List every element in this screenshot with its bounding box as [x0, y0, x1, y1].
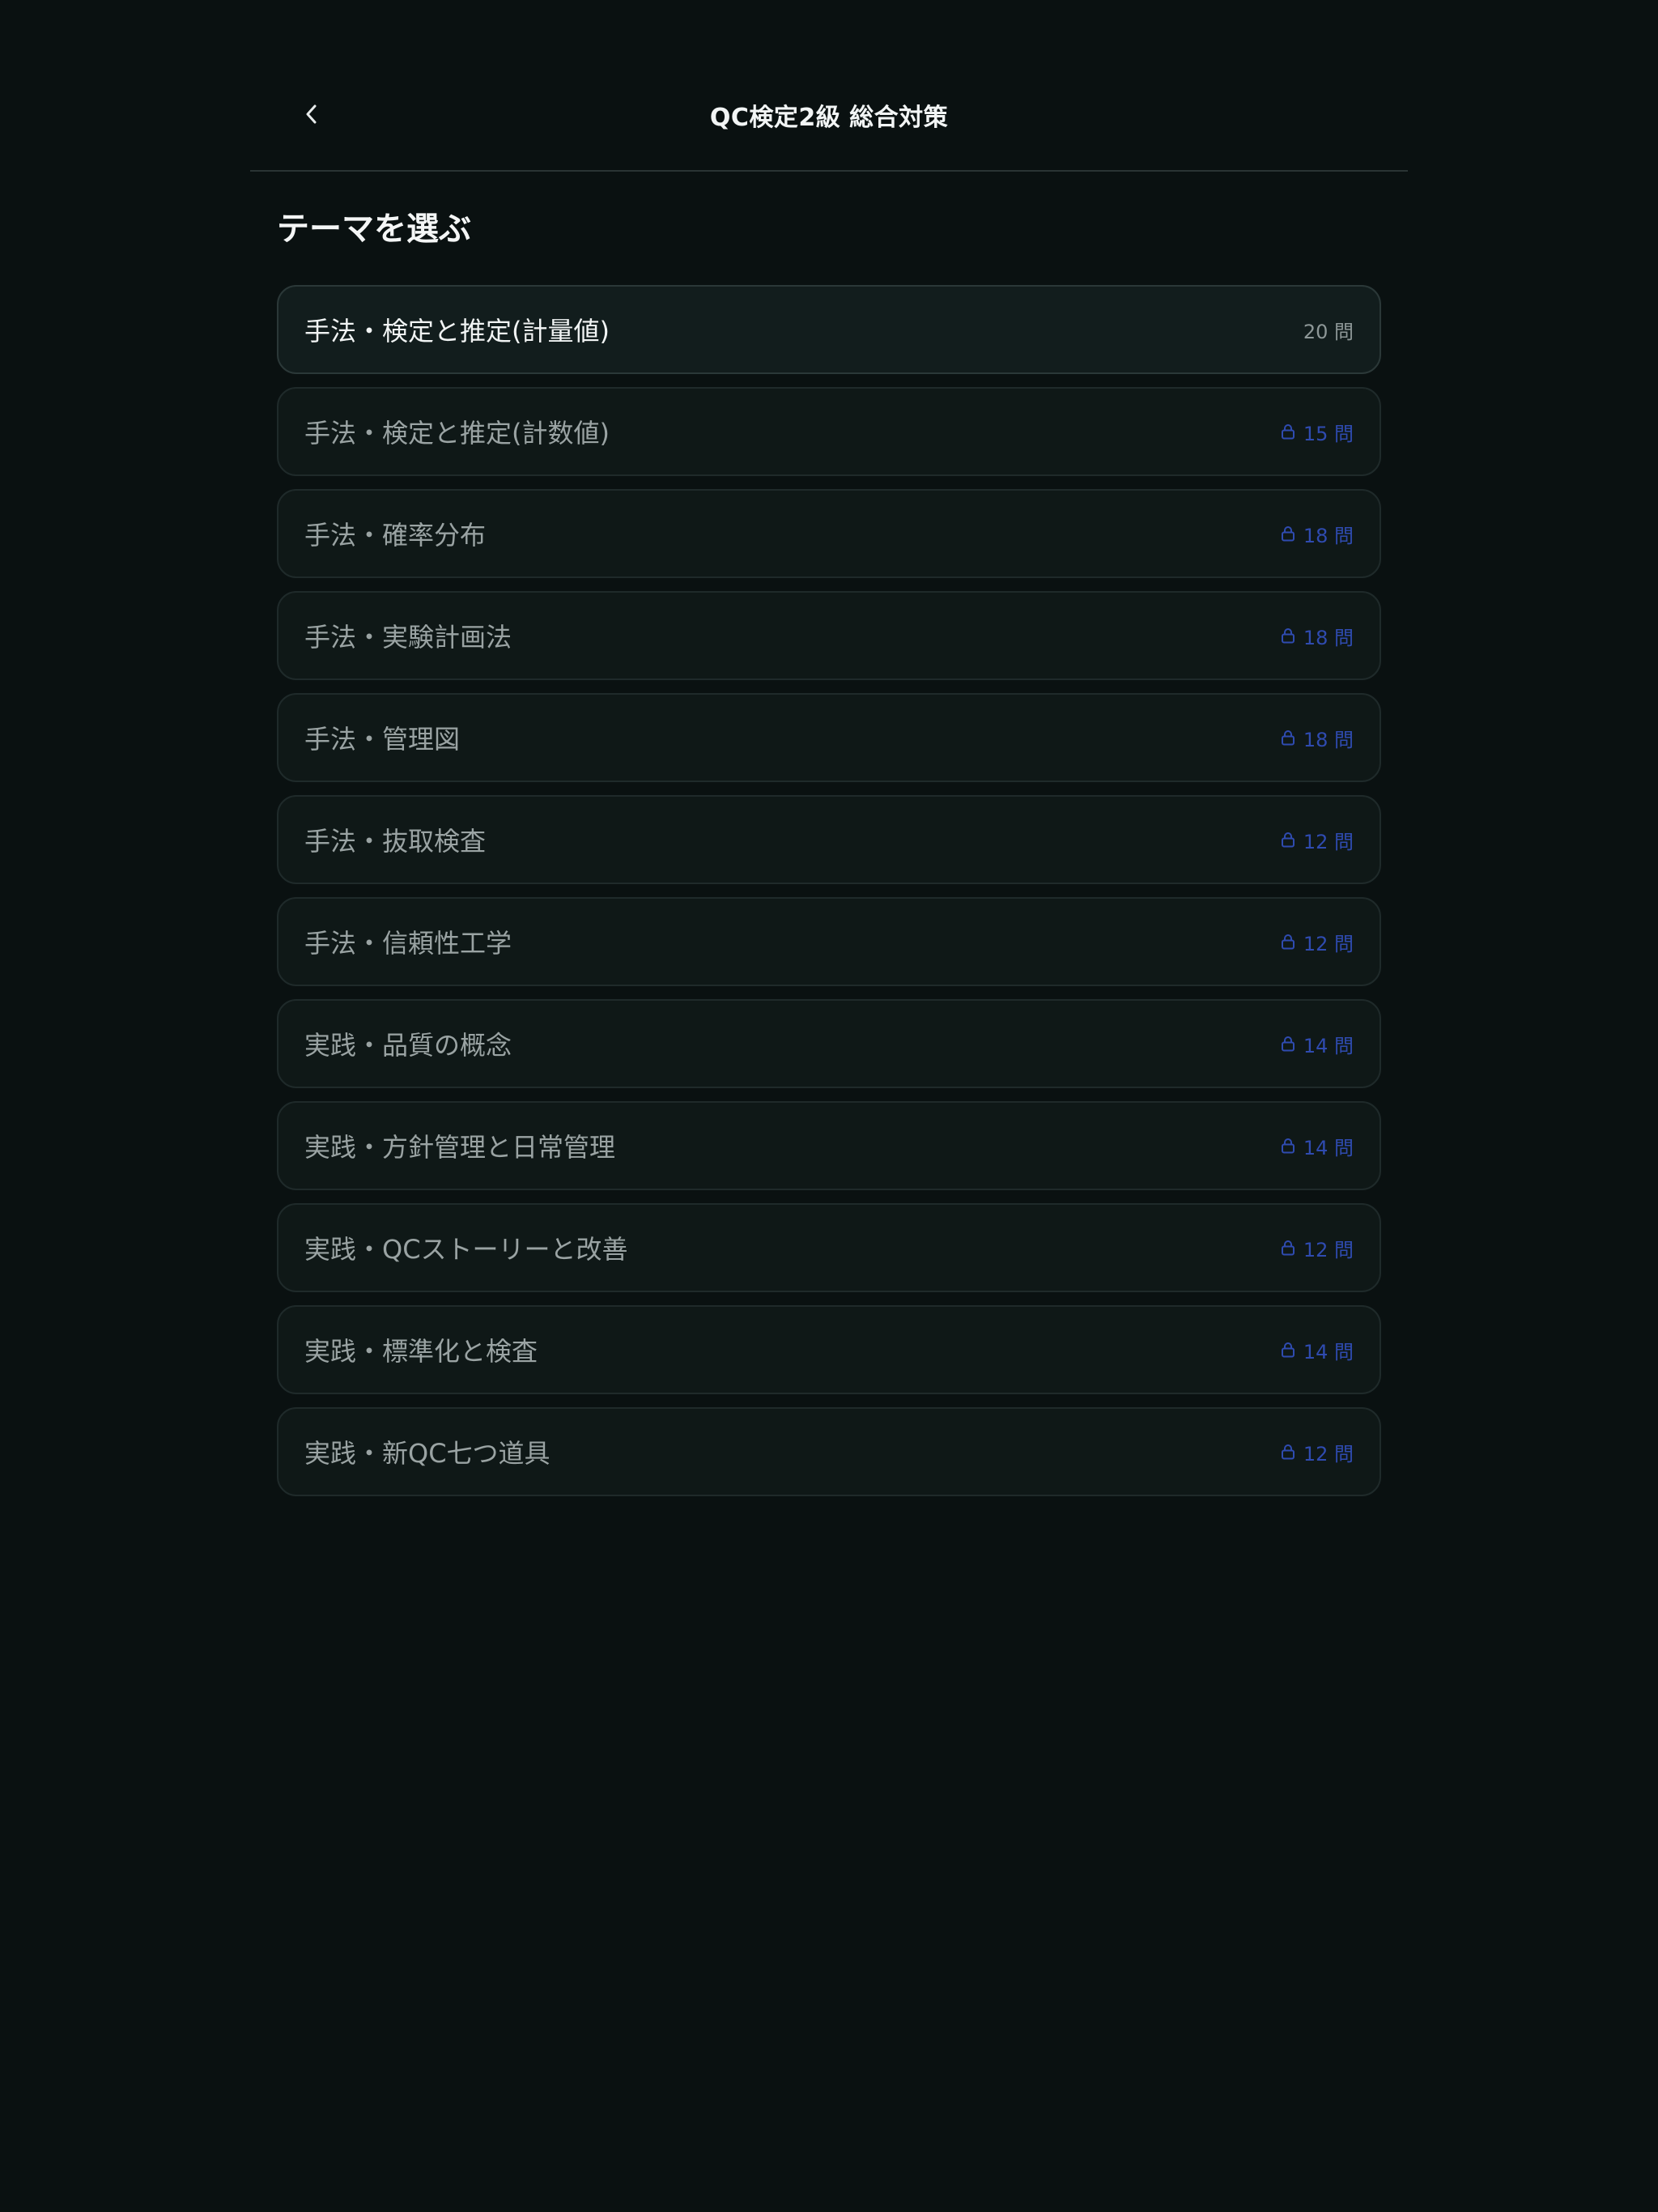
theme-list: 手法・検定と推定(計量値) 20 問 手法・検定と推定(計数値) 15 問 手法…: [277, 285, 1381, 1496]
theme-label: 手法・信頼性工学: [304, 928, 512, 959]
section-title: テーマを選ぶ: [277, 211, 471, 248]
lock-icon: [1281, 1138, 1295, 1154]
question-count: 12 問: [1303, 1442, 1354, 1465]
theme-count: 12 問: [1281, 1234, 1354, 1262]
theme-count: 14 問: [1281, 1132, 1354, 1160]
question-count: 15 問: [1303, 422, 1354, 445]
question-count: 20 問: [1303, 320, 1354, 343]
theme-count: 18 問: [1281, 724, 1354, 752]
theme-item[interactable]: 手法・管理図 18 問: [277, 693, 1381, 782]
question-count: 12 問: [1303, 1238, 1354, 1261]
lock-icon: [1281, 934, 1295, 950]
theme-item[interactable]: 実践・方針管理と日常管理 14 問: [277, 1101, 1381, 1190]
theme-count: 12 問: [1281, 826, 1354, 854]
theme-item[interactable]: 手法・信頼性工学 12 問: [277, 897, 1381, 986]
lock-icon: [1281, 1240, 1295, 1256]
theme-item[interactable]: 手法・検定と推定(計量値) 20 問: [277, 285, 1381, 374]
theme-item[interactable]: 実践・新QC七つ道具 12 問: [277, 1407, 1381, 1496]
theme-count: 12 問: [1281, 928, 1354, 956]
theme-count: 14 問: [1281, 1030, 1354, 1058]
question-count: 14 問: [1303, 1340, 1354, 1363]
theme-item[interactable]: 実践・QCストーリーと改善 12 問: [277, 1203, 1381, 1292]
question-count: 12 問: [1303, 830, 1354, 853]
question-count: 12 問: [1303, 932, 1354, 955]
theme-count: 12 問: [1281, 1438, 1354, 1466]
question-count: 18 問: [1303, 728, 1354, 751]
theme-label: 手法・管理図: [304, 724, 461, 755]
theme-label: 実践・標準化と検査: [304, 1336, 538, 1367]
theme-count: 20 問: [1303, 316, 1354, 344]
lock-icon: [1281, 1444, 1295, 1460]
theme-label: 手法・検定と推定(計量値): [304, 316, 610, 347]
lock-icon: [1281, 730, 1295, 746]
theme-item[interactable]: 手法・実験計画法 18 問: [277, 591, 1381, 680]
theme-label: 実践・新QC七つ道具: [304, 1438, 551, 1469]
theme-count: 18 問: [1281, 520, 1354, 548]
theme-label: 手法・確率分布: [304, 520, 487, 551]
page-title: QC検定2級 総合対策: [709, 104, 949, 132]
question-count: 14 問: [1303, 1136, 1354, 1159]
theme-item[interactable]: 手法・検定と推定(計数値) 15 問: [277, 387, 1381, 476]
theme-count: 15 問: [1281, 418, 1354, 446]
theme-item[interactable]: 実践・品質の概念 14 問: [277, 999, 1381, 1088]
theme-item[interactable]: 手法・確率分布 18 問: [277, 489, 1381, 578]
question-count: 14 問: [1303, 1034, 1354, 1057]
theme-item[interactable]: 実践・標準化と検査 14 問: [277, 1305, 1381, 1394]
lock-icon: [1281, 832, 1295, 848]
lock-icon: [1281, 1342, 1295, 1358]
theme-count: 14 問: [1281, 1336, 1354, 1364]
theme-label: 実践・QCストーリーと改善: [304, 1234, 628, 1265]
theme-count: 18 問: [1281, 622, 1354, 650]
theme-item[interactable]: 手法・抜取検査 12 問: [277, 795, 1381, 884]
theme-label: 実践・品質の概念: [304, 1030, 512, 1061]
main-container: QC検定2級 総合対策 テーマを選ぶ 手法・検定と推定(計量値) 20 問 手法…: [250, 0, 1408, 1509]
header: QC検定2級 総合対策: [250, 0, 1408, 172]
question-count: 18 問: [1303, 524, 1354, 547]
lock-icon: [1281, 627, 1295, 644]
lock-icon: [1281, 525, 1295, 542]
theme-label: 手法・実験計画法: [304, 622, 512, 653]
theme-label: 実践・方針管理と日常管理: [304, 1132, 616, 1163]
question-count: 18 問: [1303, 626, 1354, 649]
lock-icon: [1281, 423, 1295, 440]
lock-icon: [1281, 1036, 1295, 1052]
theme-label: 手法・抜取検査: [304, 826, 487, 857]
theme-label: 手法・検定と推定(計数値): [304, 418, 610, 449]
